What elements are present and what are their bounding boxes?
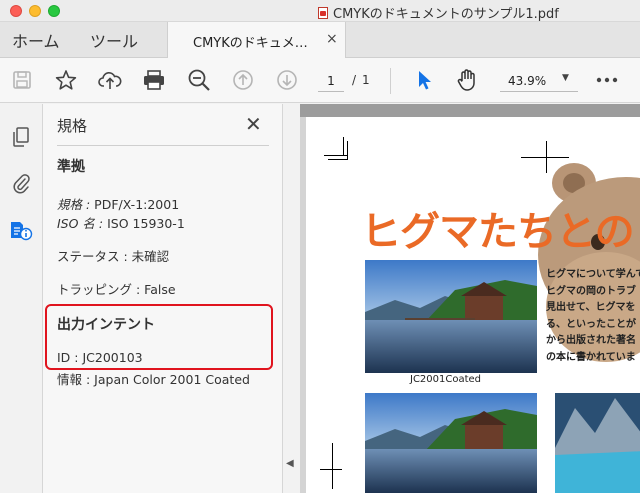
- lake-boathouse-photo-2: [365, 393, 537, 493]
- page-thumbnails-icon[interactable]: [8, 124, 34, 150]
- document-tab-label: CMYKのドキュメ…: [193, 36, 308, 51]
- crop-mark: [320, 469, 342, 470]
- pdf-file-icon: [318, 6, 328, 19]
- crop-mark: [343, 137, 344, 155]
- select-pointer-icon[interactable]: [412, 68, 436, 92]
- window-maximize-button[interactable]: [48, 5, 60, 17]
- upload-cloud-icon[interactable]: [98, 68, 122, 92]
- panel-title: 規格: [57, 117, 88, 135]
- print-icon[interactable]: [142, 68, 166, 92]
- window-minimize-button[interactable]: [29, 5, 41, 17]
- window-title: CMYKのドキュメントのサンプル1.pdf: [318, 3, 559, 22]
- crop-mark: [328, 159, 348, 160]
- window-close-button[interactable]: [10, 5, 22, 17]
- standard-key: 規格 :: [57, 197, 91, 212]
- output-intent-id: ID : JC200103: [57, 350, 143, 365]
- window-title-text: CMYKのドキュメントのサンプル1.pdf: [333, 7, 559, 22]
- lake-boathouse-photo: [365, 260, 537, 373]
- zoom-value: 43.9%: [508, 74, 547, 88]
- page-top-band: [300, 104, 640, 117]
- hand-tool-icon[interactable]: [455, 68, 479, 92]
- zoom-level-select[interactable]: 43.9% ▼: [500, 70, 578, 92]
- body-line: ヒグマについて学んで: [546, 269, 640, 280]
- page-separator: /: [352, 73, 357, 87]
- document-body-text: ヒグマについて学んで ヒグマの岡のトラブ 見出せて、ヒグマを る、といったことが…: [546, 267, 640, 366]
- tab-document[interactable]: CMYKのドキュメ… ×: [168, 22, 346, 59]
- compliance-heading: 準拠: [57, 159, 85, 175]
- photo-caption: JC2001Coated: [410, 374, 482, 385]
- standards-info-icon[interactable]: [8, 217, 34, 243]
- previous-page-icon[interactable]: [231, 68, 255, 92]
- more-options-icon[interactable]: [595, 68, 619, 92]
- body-line: 見出せて、ヒグマを: [546, 302, 636, 313]
- iso-key: ISO 名 :: [57, 216, 104, 231]
- standards-panel: 規格 ✕ 準拠 規格 : PDF/X-1:2001 ISO 名 : ISO 15…: [43, 104, 283, 493]
- attachments-icon[interactable]: [8, 170, 34, 196]
- tab-tools[interactable]: ツール: [90, 28, 138, 52]
- crop-mark: [324, 155, 348, 156]
- crop-mark: [332, 443, 333, 489]
- left-rail: [0, 104, 43, 493]
- standard-row: 規格 : PDF/X-1:2001: [57, 194, 179, 213]
- panel-divider: [57, 145, 269, 146]
- zoom-out-icon[interactable]: [187, 68, 211, 92]
- status-row: ステータス : 未確認: [57, 249, 170, 264]
- body-line: から出版された著名: [546, 335, 636, 346]
- next-page-icon[interactable]: [275, 68, 299, 92]
- iso-value: ISO 15930-1: [107, 216, 185, 231]
- output-intent-heading: 出力インテント: [57, 317, 155, 333]
- iso-row: ISO 名 : ISO 15930-1: [57, 213, 185, 232]
- toolbar: 1 / 1 43.9% ▼: [0, 58, 640, 103]
- document-view[interactable]: ヒグマたちとの JC2001Coated ヒグマについて学んで ヒグマの岡のトラ…: [300, 104, 640, 493]
- page-number-input[interactable]: 1: [318, 70, 344, 92]
- title-bar: CMYKのドキュメントのサンプル1.pdf: [0, 0, 640, 22]
- crop-mark: [347, 141, 348, 159]
- save-icon[interactable]: [10, 68, 34, 92]
- output-intent-info: 情報 : Japan Color 2001 Coated: [57, 372, 250, 387]
- body-line: ヒグマの岡のトラブ: [546, 285, 636, 297]
- mountain-lake-photo: [555, 393, 640, 493]
- tab-bar: ホーム ツール CMYKのドキュメ… ×: [0, 22, 640, 59]
- standard-value: PDF/X-1:2001: [94, 197, 180, 212]
- body-line: の本に書かれていま: [546, 351, 636, 363]
- collapse-panel-icon[interactable]: ◀: [286, 458, 294, 469]
- pdf-page: ヒグマたちとの JC2001Coated ヒグマについて学んで ヒグマの岡のトラ…: [306, 117, 640, 493]
- trapping-row: トラッピング : False: [57, 282, 176, 297]
- close-tab-icon[interactable]: ×: [326, 31, 338, 47]
- chevron-down-icon: ▼: [562, 73, 569, 83]
- tab-home[interactable]: ホーム: [12, 28, 60, 52]
- bookmark-star-icon[interactable]: [54, 68, 78, 92]
- total-pages: 1: [362, 73, 370, 87]
- body-line: る、といったことが: [546, 318, 636, 330]
- close-icon[interactable]: ✕: [245, 112, 262, 136]
- document-headline: ヒグマたちとの: [361, 209, 635, 255]
- toolbar-divider: [390, 68, 391, 94]
